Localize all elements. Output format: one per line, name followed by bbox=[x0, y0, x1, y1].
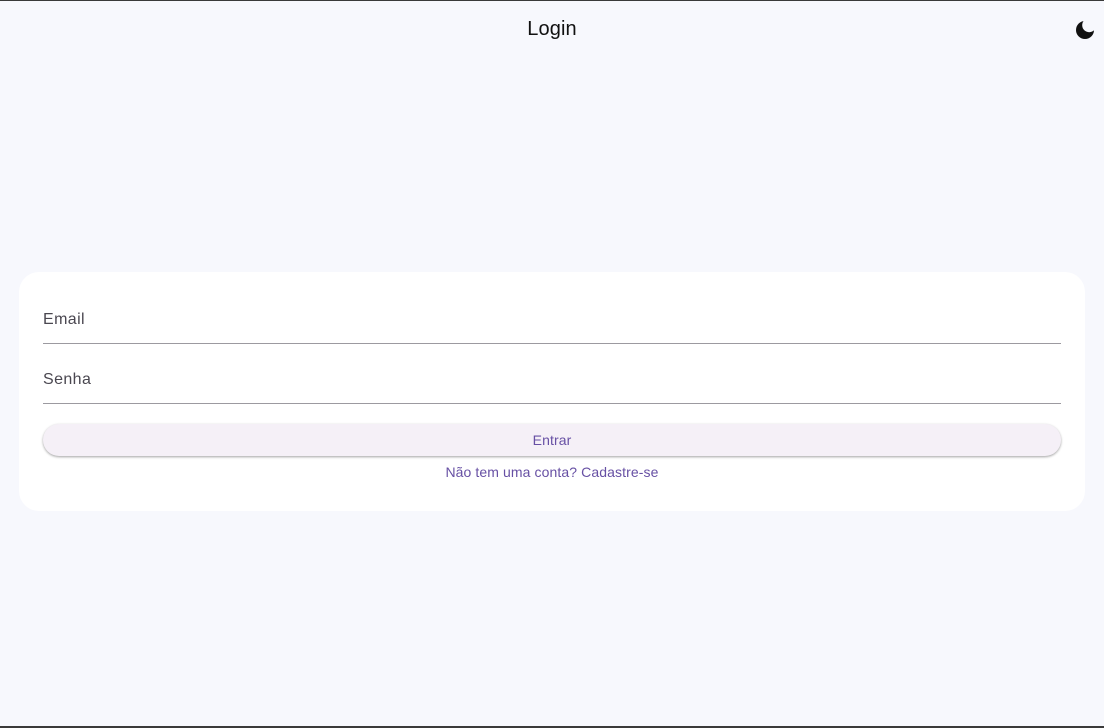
theme-toggle-button[interactable] bbox=[1066, 11, 1104, 49]
email-field[interactable]: Email bbox=[43, 299, 1065, 344]
login-button[interactable]: Entrar bbox=[43, 424, 1061, 456]
page-title: Login bbox=[527, 18, 577, 40]
login-button-label: Entrar bbox=[532, 432, 572, 448]
password-field[interactable]: Senha bbox=[43, 359, 1065, 404]
login-card: Email Senha Entrar Não tem uma conta? Ca… bbox=[19, 272, 1085, 511]
password-input[interactable] bbox=[43, 367, 1065, 399]
app-bar: Login bbox=[0, 1, 1104, 59]
signup-link[interactable]: Não tem uma conta? Cadastre-se bbox=[19, 464, 1085, 480]
email-input[interactable] bbox=[43, 307, 1065, 339]
moon-icon bbox=[1076, 21, 1094, 39]
